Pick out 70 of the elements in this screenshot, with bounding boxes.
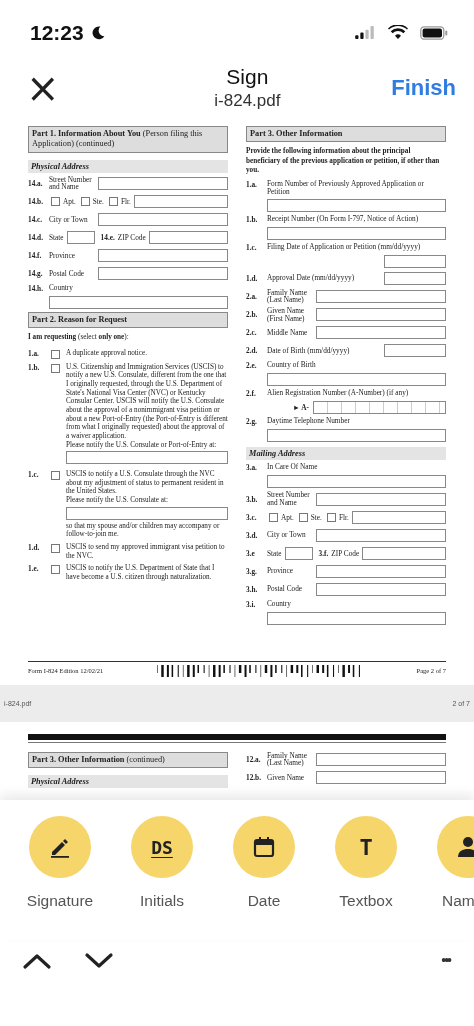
tool-button[interactable]: T Textbox	[320, 816, 412, 910]
input-field[interactable]	[351, 510, 446, 524]
chevron-up-icon[interactable]	[22, 952, 52, 970]
input-field[interactable]	[316, 289, 446, 303]
checkbox[interactable]	[80, 197, 90, 207]
checkbox[interactable]	[108, 197, 118, 207]
input-field[interactable]	[384, 254, 446, 268]
subsection-header: Physical Address	[28, 775, 228, 789]
checkbox[interactable]	[326, 512, 336, 522]
subsection-header: Physical Address	[28, 159, 228, 173]
subsection-header: Mailing Address	[246, 447, 446, 461]
input-field[interactable]	[66, 451, 228, 465]
battery-icon	[420, 25, 448, 40]
checkbox[interactable]	[269, 512, 278, 522]
input-field[interactable]	[316, 564, 446, 578]
chevron-down-icon[interactable]	[84, 952, 114, 970]
input-field[interactable]	[98, 213, 228, 227]
input-field[interactable]	[362, 546, 446, 560]
checkbox[interactable]	[51, 544, 60, 553]
wifi-icon	[388, 25, 408, 40]
input-field[interactable]	[316, 752, 446, 766]
input-field[interactable]	[316, 492, 446, 506]
input-field[interactable]	[267, 611, 446, 625]
input-field[interactable]	[98, 176, 228, 190]
input-field[interactable]	[267, 198, 446, 212]
input-field[interactable]	[313, 401, 446, 415]
input-field[interactable]	[316, 308, 446, 322]
file-name: i-824.pdf	[214, 90, 281, 111]
section-header: Part 2. Reason for Request	[28, 312, 228, 329]
checkbox[interactable]	[51, 363, 60, 373]
input-field[interactable]	[267, 226, 446, 240]
tool-button[interactable]: Nam	[422, 816, 474, 910]
more-button[interactable]: •••	[437, 952, 454, 968]
section-header: Part 3. Other Information	[246, 126, 446, 143]
section-header: Part 3. Other Information (continued)	[28, 751, 228, 769]
tool-button[interactable]: Signature	[14, 816, 106, 910]
input-field[interactable]	[148, 231, 228, 245]
input-field[interactable]	[316, 326, 446, 340]
input-field[interactable]	[98, 249, 228, 263]
input-field[interactable]	[384, 271, 446, 285]
checkbox[interactable]	[298, 512, 308, 522]
calendar-icon	[252, 835, 276, 859]
input-field[interactable]	[316, 771, 446, 784]
input-field[interactable]	[66, 506, 228, 520]
tool-button[interactable]: Date	[218, 816, 310, 910]
tool-button[interactable]: DS Initials	[116, 816, 208, 910]
input-field[interactable]	[267, 429, 446, 443]
input-field[interactable]	[49, 296, 228, 310]
initials-icon: DS	[151, 836, 173, 858]
input-field[interactable]	[316, 582, 446, 596]
checkbox[interactable]	[51, 197, 60, 207]
input-field[interactable]	[133, 195, 228, 209]
input-field[interactable]	[316, 528, 446, 542]
section-header: Part 1. Information About You (Person filing this Application) (continued)	[28, 126, 228, 153]
close-button[interactable]: ×	[22, 67, 64, 108]
input-field[interactable]	[66, 231, 95, 245]
input-field[interactable]	[384, 344, 446, 358]
input-field[interactable]	[267, 475, 446, 489]
input-field[interactable]	[98, 267, 228, 281]
finish-button[interactable]: Finish	[387, 74, 460, 101]
text-icon: T	[359, 834, 373, 860]
input-field[interactable]	[284, 546, 313, 560]
checkbox[interactable]	[51, 565, 60, 575]
input-field[interactable]	[267, 373, 446, 387]
person-icon	[456, 835, 474, 859]
clock-time: 12:23	[30, 20, 84, 45]
checkbox[interactable]	[51, 349, 60, 359]
checkbox[interactable]	[51, 471, 60, 481]
signal-icon	[355, 26, 374, 39]
screen-title: Sign	[226, 64, 269, 89]
